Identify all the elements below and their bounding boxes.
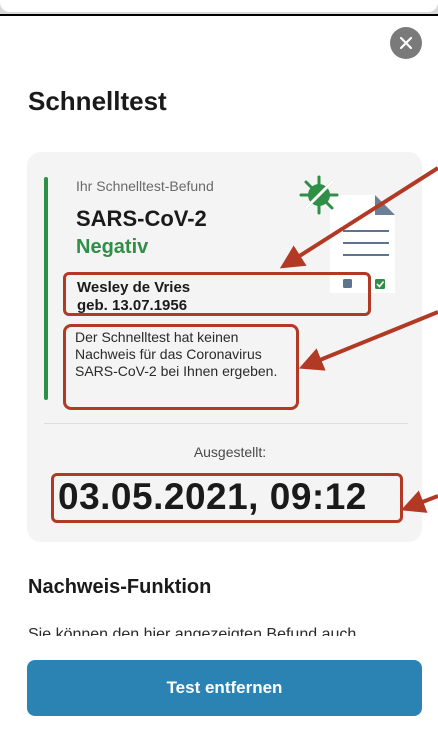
sheet-top-edge <box>0 0 438 16</box>
result-label: Ihr Schnelltest-Befund <box>76 178 214 194</box>
result-description: Der Schnelltest hat keinen Nachweis für … <box>75 329 278 379</box>
remove-test-button[interactable]: Test entfernen <box>27 660 422 716</box>
person-birthdate: geb. 13.07.1956 <box>77 297 188 314</box>
result-status: Negativ <box>76 236 149 258</box>
section-title: Nachweis-Funktion <box>28 576 212 598</box>
status-bar <box>44 177 48 400</box>
divider <box>44 423 408 424</box>
close-icon <box>399 36 413 50</box>
issued-label: Ausgestellt: <box>193 444 267 460</box>
virus-name: SARS-CoV-2 <box>76 206 207 231</box>
page-title: Schnelltest <box>28 86 167 116</box>
issued-datetime: 03.05.2021, 09:12 <box>58 476 367 517</box>
close-button[interactable] <box>390 27 422 59</box>
person-name: Wesley de Vries <box>77 279 191 296</box>
